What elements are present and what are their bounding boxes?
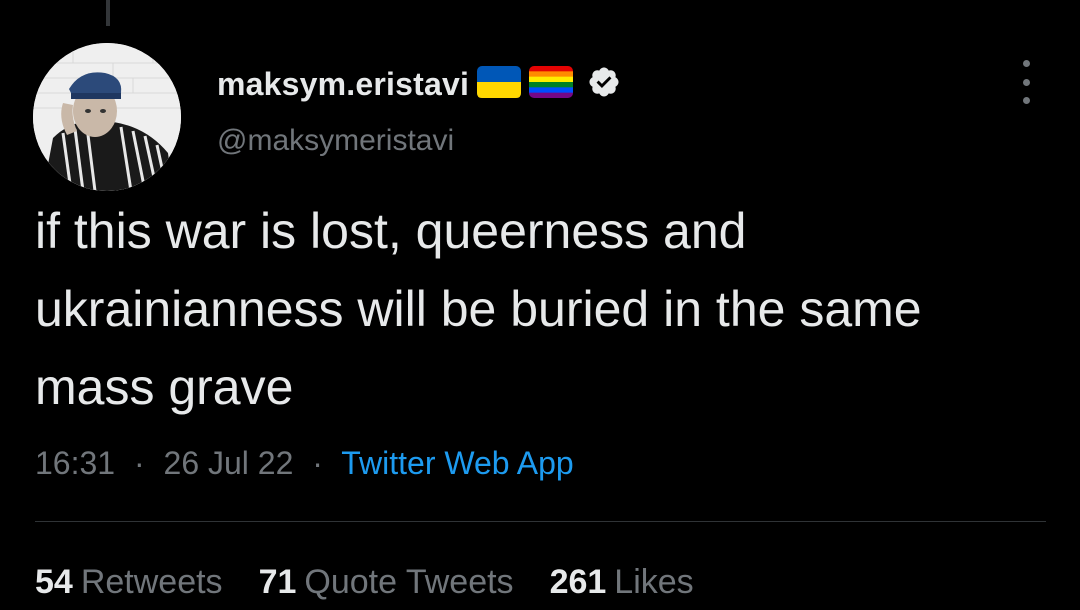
more-options-button[interactable] xyxy=(1014,60,1038,104)
rainbow-flag-icon xyxy=(529,65,574,103)
author-display-name[interactable]: maksym.eristavi xyxy=(217,66,469,103)
verified-badge-icon xyxy=(587,65,621,104)
author-handle[interactable]: @maksymeristavi xyxy=(217,124,454,158)
author-name-row: maksym.eristavi xyxy=(217,64,621,104)
tweet-stats: 54 Retweets 71 Quote Tweets 261 Likes xyxy=(35,563,694,602)
tweet-source-link[interactable]: Twitter Web App xyxy=(341,445,573,481)
ukraine-flag-icon xyxy=(477,65,522,103)
quote-tweets-label: Quote Tweets xyxy=(304,563,514,601)
thread-connector-line xyxy=(106,0,110,26)
meta-separator: · xyxy=(133,445,145,481)
retweets-label: Retweets xyxy=(80,563,223,601)
more-dot-icon xyxy=(1022,97,1030,104)
tweet-text: if this war is lost, queerness and ukrai… xyxy=(35,203,922,415)
quote-tweets-stat[interactable]: 71 Quote Tweets xyxy=(259,563,514,602)
quote-tweets-count: 71 xyxy=(258,563,297,601)
tweet-time[interactable]: 16:31 xyxy=(35,445,115,481)
likes-count: 261 xyxy=(549,563,607,601)
likes-label: Likes xyxy=(614,563,694,601)
retweets-count: 54 xyxy=(35,563,73,601)
more-dot-icon xyxy=(1022,60,1030,67)
likes-stat[interactable]: 261 Likes xyxy=(550,563,694,602)
avatar-photo-icon xyxy=(33,43,181,191)
retweets-stat[interactable]: 54 Retweets xyxy=(35,563,223,602)
more-dot-icon xyxy=(1022,78,1030,86)
tweet-meta: 16:31 · 26 Jul 22 · Twitter Web App xyxy=(35,445,574,482)
divider xyxy=(35,521,1046,522)
avatar[interactable] xyxy=(33,43,181,191)
meta-separator: · xyxy=(312,445,323,481)
tweet-date[interactable]: 26 Jul 22 xyxy=(164,445,294,481)
